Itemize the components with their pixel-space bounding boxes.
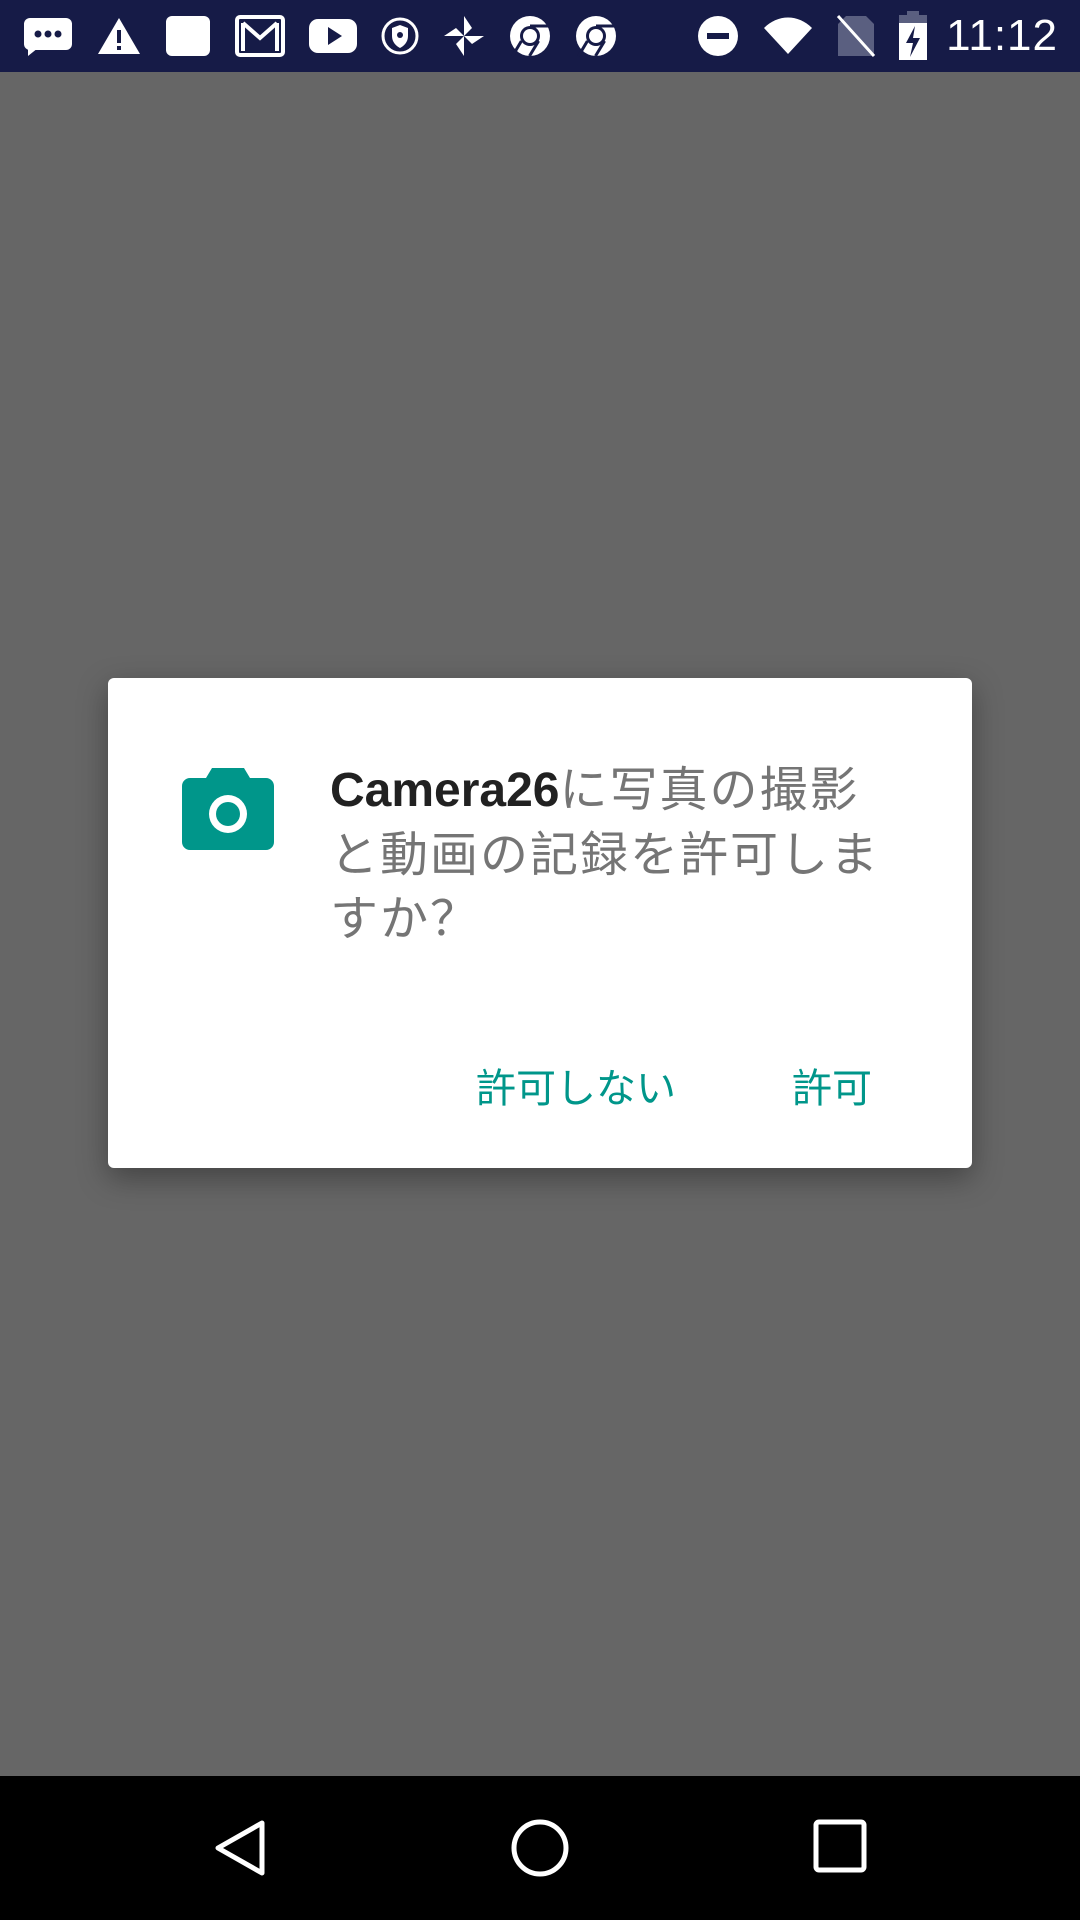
system-icons: 11:12 xyxy=(674,0,1058,72)
wifi-icon xyxy=(764,17,813,54)
permission-dialog: Camera26に写真の撮影と動画の記録を許可しますか？ 許可しない 許可 xyxy=(108,678,972,1168)
notification-icons xyxy=(22,0,640,72)
chrome-icon xyxy=(576,16,616,57)
home-icon[interactable] xyxy=(510,1818,570,1878)
do-not-disturb-icon xyxy=(698,16,739,56)
deny-button[interactable]: 許可しない xyxy=(476,1048,676,1122)
dialog-actions: 許可しない 許可 xyxy=(476,1048,872,1122)
warning-icon xyxy=(98,18,140,54)
dialog-message: Camera26に写真の撮影と動画の記録を許可しますか？ xyxy=(330,758,890,951)
gmail-icon xyxy=(235,15,285,57)
back-icon[interactable] xyxy=(210,1818,270,1878)
status-bar: 11:12 xyxy=(0,0,1080,72)
blank-app-icon xyxy=(166,16,210,56)
camera-icon xyxy=(182,768,274,850)
navigation-bar xyxy=(0,1776,1080,1920)
status-clock: 11:12 xyxy=(946,11,1058,60)
allow-button[interactable]: 許可 xyxy=(792,1048,872,1122)
app-name: Camera26 xyxy=(330,764,560,817)
pinwheel-icon xyxy=(444,16,484,56)
shield-icon xyxy=(381,17,419,55)
messages-icon xyxy=(24,18,72,56)
recents-icon[interactable] xyxy=(812,1818,868,1874)
no-sim-icon xyxy=(837,14,876,58)
battery-charging-icon xyxy=(899,11,928,60)
youtube-icon xyxy=(309,19,357,53)
chrome-icon xyxy=(510,16,550,57)
